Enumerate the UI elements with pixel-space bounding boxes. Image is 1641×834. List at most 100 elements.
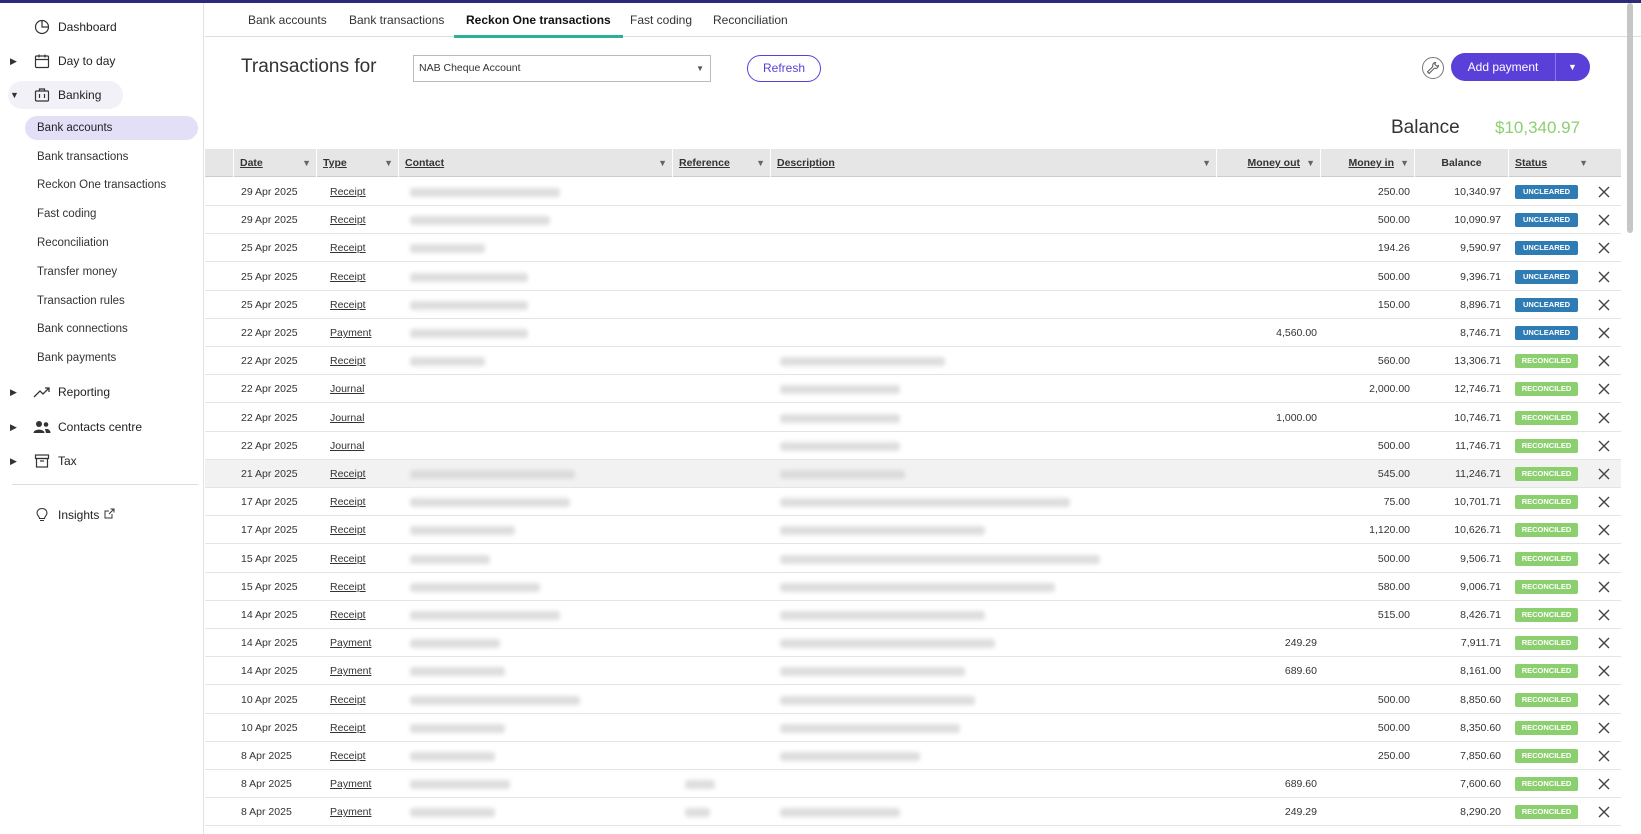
close-icon[interactable] [1596,776,1612,792]
filter-icon[interactable]: ▼ [1400,149,1409,177]
sidebar-item-bank-connections[interactable]: Bank connections [25,317,198,341]
close-icon[interactable] [1596,353,1612,369]
type-link[interactable]: Payment [330,629,371,657]
sidebar-item-reconciliation[interactable]: Reconciliation [25,231,198,255]
type-link[interactable]: Payment [330,770,371,798]
table-row[interactable]: 14 Apr 2025 Payment 249.29 7,911.71 RECONCIL… [205,629,1621,658]
filter-icon[interactable]: ▼ [658,149,667,177]
column-header-money-out[interactable]: Money out ▼ [1216,149,1320,177]
type-link[interactable]: Journal [330,404,364,432]
table-row[interactable]: 10 Apr 2025 Receipt 500.00 8,350.60 RECONCIL… [205,714,1621,742]
close-icon[interactable] [1596,184,1612,200]
sidebar-item-bank-transactions[interactable]: Bank transactions [25,145,198,169]
sidebar-item-transaction-rules[interactable]: Transaction rules [25,289,198,313]
chevron-down-icon[interactable]: ▼ [1555,53,1590,81]
table-row[interactable]: 22 Apr 2025 Journal 2,000.00 12,746.71 RECON… [205,375,1621,404]
add-payment-button[interactable]: Add payment ▼ [1451,53,1590,81]
sidebar-item-reckon-one-transactions[interactable]: Reckon One transactions [25,173,198,197]
table-row[interactable]: 22 Apr 2025 Journal 1,000.00 10,746.71 RECON… [205,404,1621,432]
sidebar-item-transfer-money[interactable]: Transfer money [25,260,198,284]
type-link[interactable]: Receipt [330,545,366,573]
type-link[interactable]: Receipt [330,347,366,375]
wrench-icon[interactable] [1422,57,1444,79]
table-row[interactable]: 29 Apr 2025 Receipt 500.00 10,090.97 UNCLEAR… [205,206,1621,235]
type-link[interactable]: Receipt [330,686,366,714]
type-link[interactable]: Receipt [330,460,366,488]
table-row[interactable]: 22 Apr 2025 Journal 500.00 11,746.71 RECONCI… [205,432,1621,460]
close-icon[interactable] [1596,494,1612,510]
table-row[interactable]: 15 Apr 2025 Receipt 580.00 9,006.71 RECONCIL… [205,573,1621,601]
sidebar-item-bank-accounts[interactable]: Bank accounts [25,116,198,140]
table-row[interactable]: 22 Apr 2025 Payment 4,560.00 8,746.71 UNCLEA… [205,319,1621,347]
close-icon[interactable] [1596,635,1612,651]
close-icon[interactable] [1596,466,1612,482]
filter-icon[interactable]: ▼ [756,149,765,177]
type-link[interactable]: Receipt [330,206,366,234]
type-link[interactable]: Receipt [330,742,366,770]
column-header-money-in[interactable]: Money in ▼ [1320,149,1414,177]
table-row[interactable]: 14 Apr 2025 Payment 689.60 8,161.00 RECONCIL… [205,657,1621,686]
table-row[interactable]: 8 Apr 2025 Receipt 250.00 7,850.60 RECONCILE… [205,742,1621,770]
type-link[interactable]: Receipt [330,516,366,544]
column-header-type[interactable]: Type ▼ [316,149,398,177]
sidebar-item-contacts-centre[interactable]: ▶ Contacts centre [10,417,142,437]
column-header-date[interactable]: Date ▼ [233,149,316,177]
type-link[interactable]: Receipt [330,488,366,516]
type-link[interactable]: Receipt [330,291,366,319]
close-icon[interactable] [1596,804,1612,820]
table-row[interactable]: 25 Apr 2025 Receipt 150.00 8,896.71 UNCLEARE… [205,291,1621,319]
table-row[interactable]: 17 Apr 2025 Receipt 75.00 10,701.71 RECONCIL… [205,488,1621,517]
type-link[interactable]: Receipt [330,263,366,291]
table-row[interactable]: 29 Apr 2025 Receipt 250.00 10,340.97 UNCLEAR… [205,178,1621,206]
type-link[interactable]: Receipt [330,714,366,742]
type-link[interactable]: Payment [330,798,371,826]
sidebar-item-reporting[interactable]: ▶ Reporting [10,382,110,402]
type-link[interactable]: Receipt [330,178,366,206]
type-link[interactable]: Receipt [330,601,366,629]
refresh-button[interactable]: Refresh [747,55,821,82]
table-row[interactable]: 10 Apr 2025 Receipt 500.00 8,850.60 RECONCIL… [205,686,1621,714]
close-icon[interactable] [1596,410,1612,426]
close-icon[interactable] [1596,325,1612,341]
table-row[interactable]: 25 Apr 2025 Receipt 500.00 9,396.71 UNCLEARE… [205,263,1621,291]
sidebar-item-banking[interactable]: ▼ Banking [8,81,124,109]
tab-reconciliation[interactable]: Reconciliation [701,13,800,38]
table-row[interactable]: 17 Apr 2025 Receipt 1,120.00 10,626.71 RECON… [205,516,1621,545]
close-icon[interactable] [1596,607,1612,623]
tab-bank-accounts[interactable]: Bank accounts [236,13,339,38]
filter-icon[interactable]: ▼ [1202,149,1211,177]
close-icon[interactable] [1596,212,1612,228]
close-icon[interactable] [1596,438,1612,454]
sidebar-item-day-to-day[interactable]: ▶ Day to day [10,51,115,71]
sidebar-item-insights[interactable]: Insights [10,505,115,525]
scrollbar[interactable] [1627,3,1633,233]
filter-icon[interactable]: ▼ [384,149,393,177]
close-icon[interactable] [1596,692,1612,708]
table-row[interactable]: 8 Apr 2025 Payment 249.29 8,290.20 RECONCILE… [205,798,1621,827]
column-header-description[interactable]: Description ▼ [770,149,1216,177]
close-icon[interactable] [1596,381,1612,397]
close-icon[interactable] [1596,720,1612,736]
sidebar-item-bank-payments[interactable]: Bank payments [25,346,198,370]
tab-bank-transactions[interactable]: Bank transactions [337,13,456,38]
close-icon[interactable] [1596,269,1612,285]
account-select[interactable]: NAB Cheque Account ▼ [413,55,711,82]
close-icon[interactable] [1596,297,1612,313]
sidebar-item-tax[interactable]: ▶ Tax [10,451,77,471]
close-icon[interactable] [1596,522,1612,538]
type-link[interactable]: Receipt [330,573,366,601]
column-header-status[interactable]: Status ▼ [1508,149,1593,177]
close-icon[interactable] [1596,551,1612,567]
filter-icon[interactable]: ▼ [1579,149,1588,177]
table-row[interactable]: 21 Apr 2025 Receipt 545.00 11,246.71 RECONCI… [205,460,1621,488]
close-icon[interactable] [1596,663,1612,679]
table-row[interactable]: 8 Apr 2025 Payment 689.60 7,600.60 RECONCILE… [205,770,1621,799]
filter-icon[interactable]: ▼ [1306,149,1315,177]
table-row[interactable]: 15 Apr 2025 Receipt 500.00 9,506.71 RECONCIL… [205,545,1621,573]
column-header-contact[interactable]: Contact ▼ [398,149,672,177]
close-icon[interactable] [1596,748,1612,764]
filter-icon[interactable]: ▼ [302,149,311,177]
sidebar-item-dashboard[interactable]: Dashboard [10,17,117,37]
close-icon[interactable] [1596,240,1612,256]
table-row[interactable]: 25 Apr 2025 Receipt 194.26 9,590.97 UNCLEARE… [205,234,1621,263]
